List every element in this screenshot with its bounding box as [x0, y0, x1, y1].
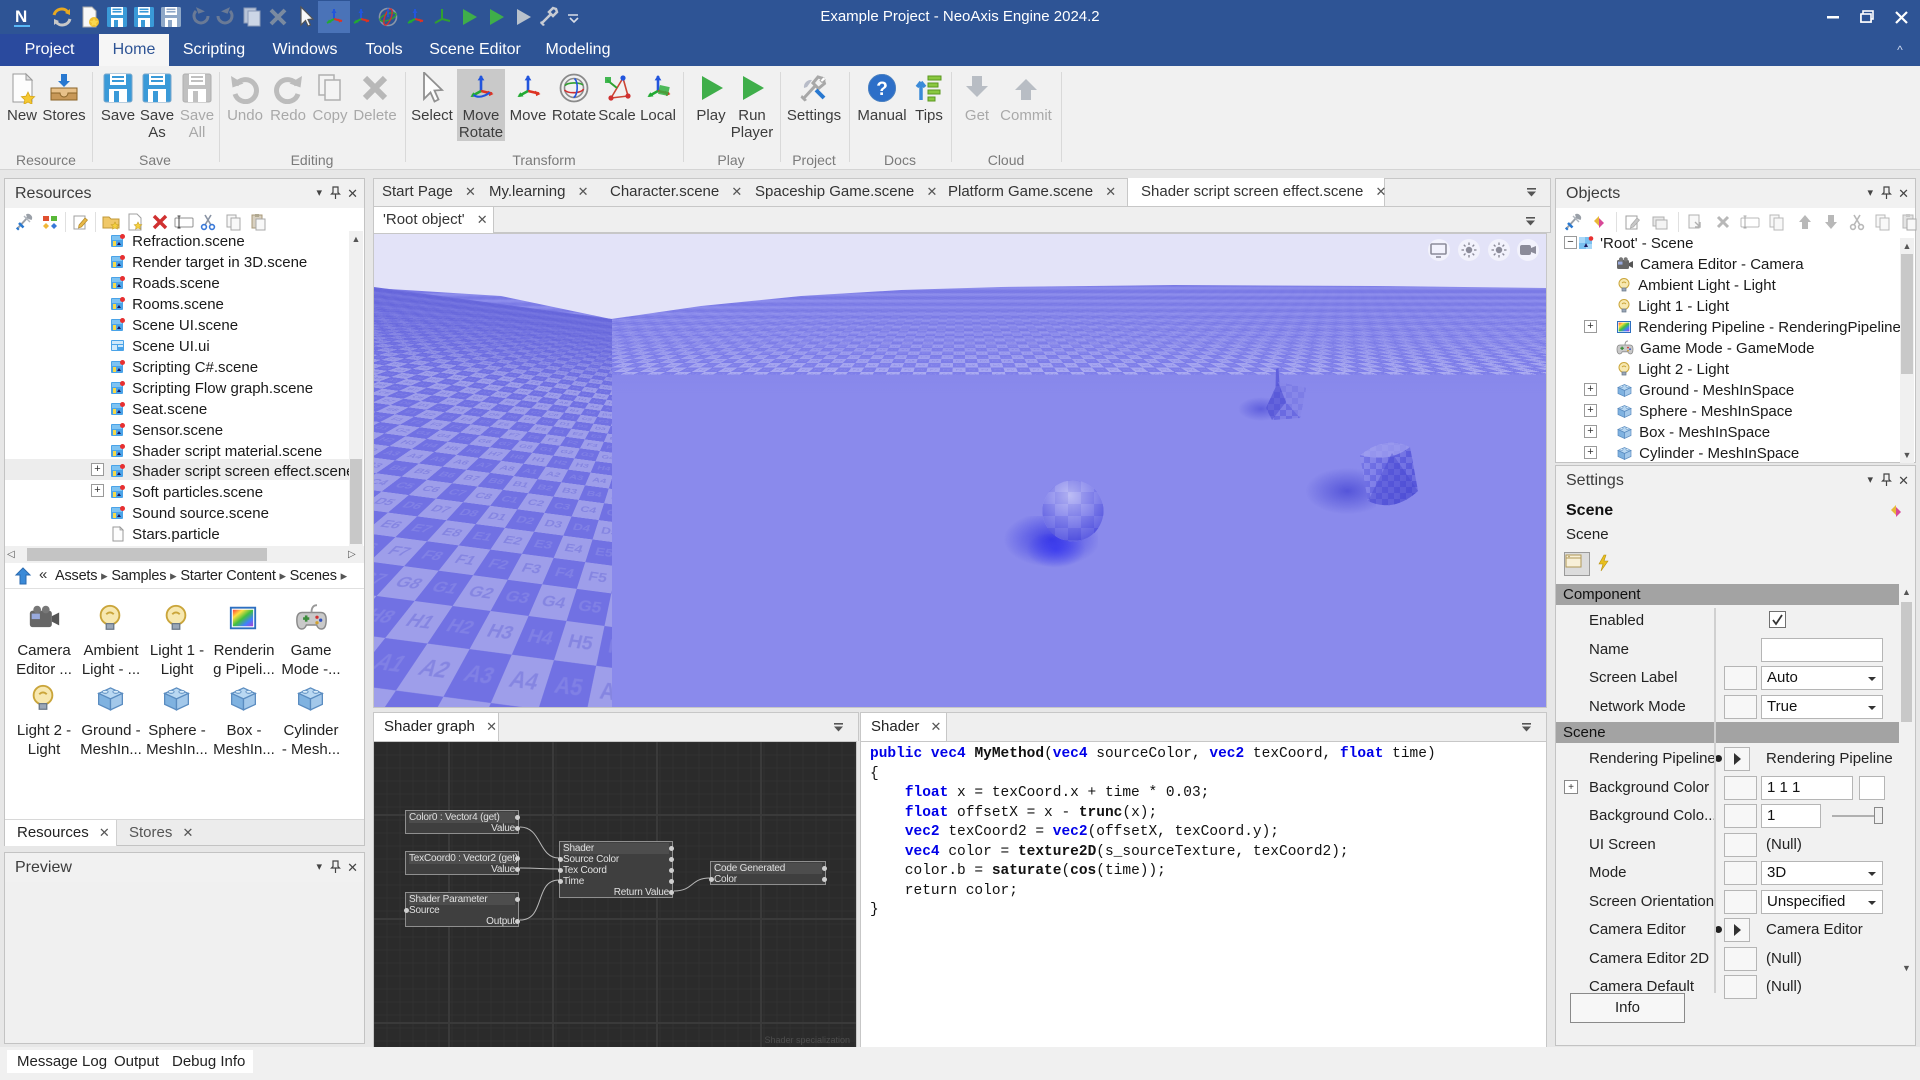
svg-text:N: N: [15, 7, 27, 26]
svg-text:?: ?: [876, 79, 888, 100]
